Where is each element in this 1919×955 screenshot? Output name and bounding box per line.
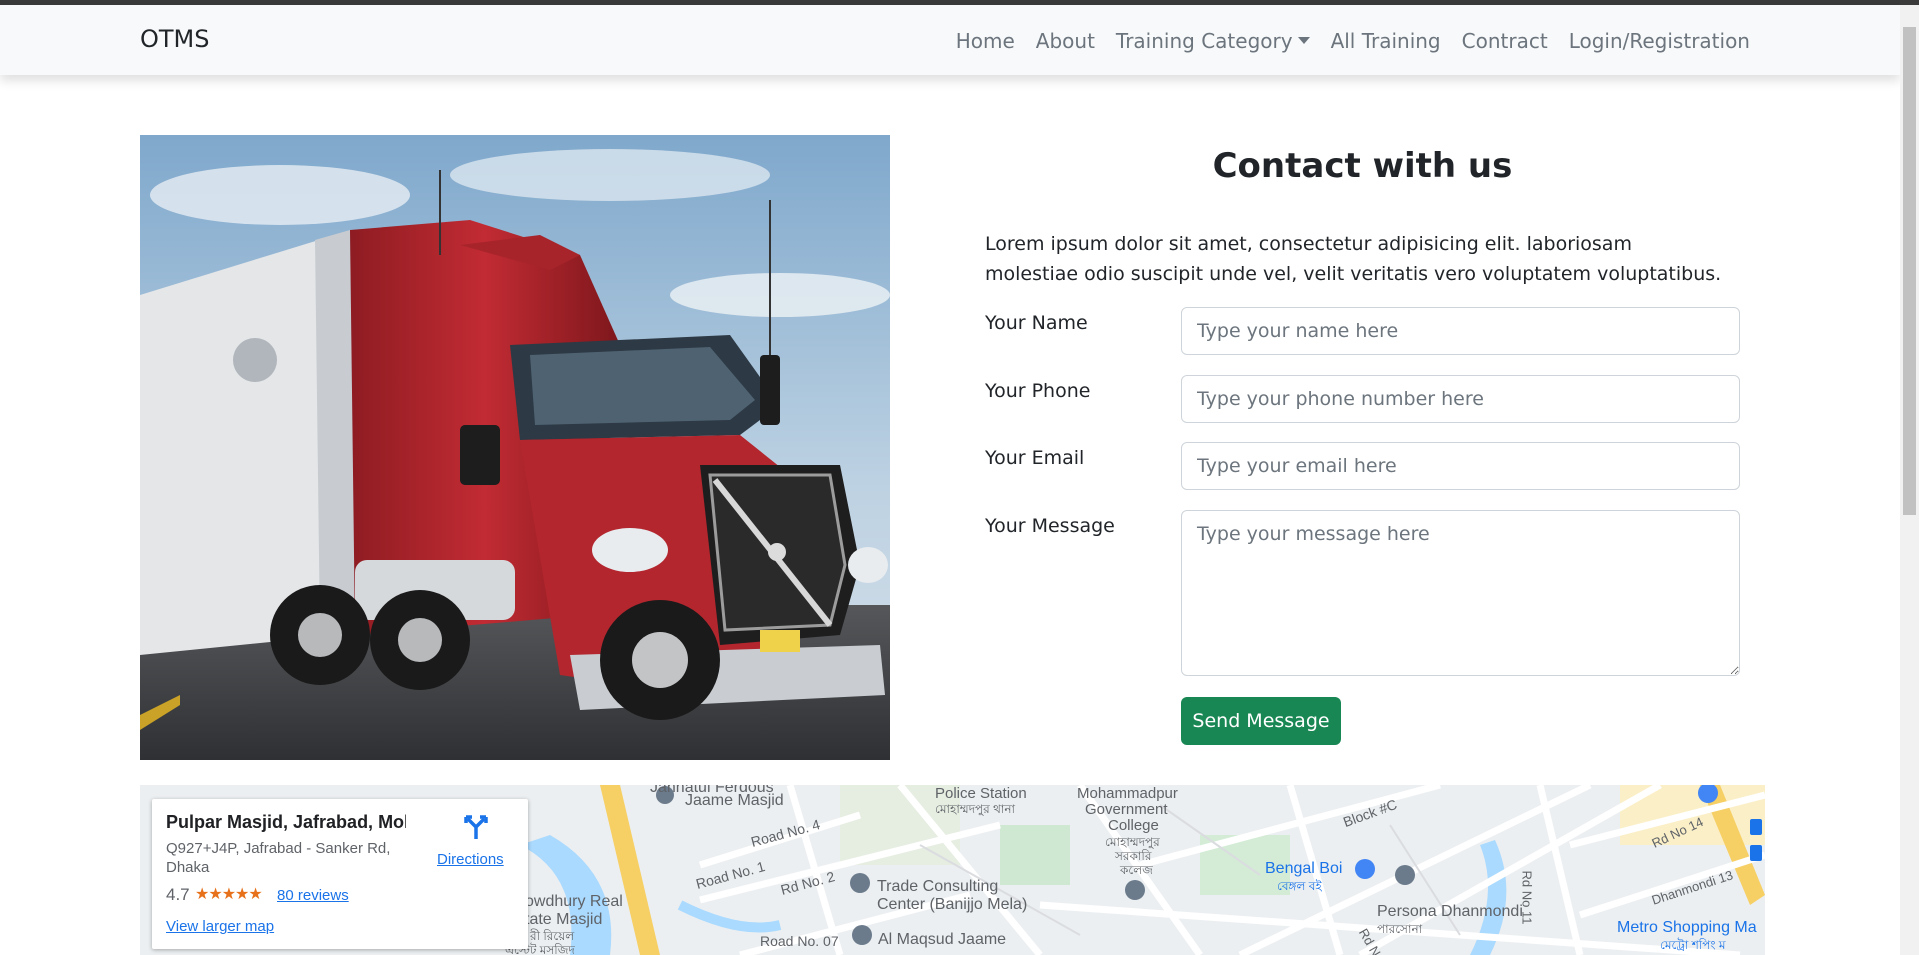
map-label: Mohammadpur: [1077, 785, 1178, 802]
map-label: কলেজ: [1120, 863, 1153, 877]
directions-icon[interactable]: [462, 813, 490, 841]
rating-stars-icon: ★★★★★: [195, 886, 263, 903]
map-label: owdhury Real: [525, 893, 623, 910]
page-title: Contact with us: [1212, 146, 1513, 186]
map-label: Metro Shopping Ma: [1617, 919, 1757, 936]
intro-text: Lorem ipsum dolor sit amet, consectetur …: [985, 233, 1722, 285]
map-label: Bengal Boi: [1265, 860, 1343, 877]
truck-photo: [140, 135, 890, 760]
place-rating: 4.7: [166, 885, 190, 904]
reviews-link[interactable]: 80 reviews: [277, 887, 349, 904]
place-name: Pulpar Masjid, Jafrabad, Moh...: [166, 812, 406, 832]
scrollbar-thumb[interactable]: [1903, 27, 1916, 515]
map-label: Trade Consulting: [877, 878, 999, 895]
email-input[interactable]: [1181, 442, 1740, 490]
nav-menu: Home About Training Category All Trainin…: [956, 29, 1750, 53]
nav-all-training[interactable]: All Training: [1331, 29, 1441, 53]
directions-link[interactable]: Directions: [437, 851, 504, 868]
message-label: Your Message: [985, 515, 1115, 537]
map-label: Road No. 07: [760, 933, 839, 949]
nav-home[interactable]: Home: [956, 29, 1015, 53]
view-larger-map-link[interactable]: View larger map: [166, 918, 274, 935]
page-scrollbar[interactable]: [1900, 5, 1919, 955]
map-label: Center (Banijjo Mela): [877, 896, 1028, 913]
map-label: Government: [1085, 801, 1168, 818]
map-label: Police Station: [935, 785, 1027, 802]
embedded-map[interactable]: Jannatul Ferdous Jaame Masjid Police Sta…: [140, 785, 1765, 955]
brand-logo[interactable]: OTMS: [140, 25, 210, 53]
map-label: বেঙ্গল বই: [1277, 879, 1322, 893]
nav-contract[interactable]: Contract: [1462, 29, 1548, 53]
map-label: tate Masjid: [525, 911, 603, 928]
nav-training-category[interactable]: Training Category: [1116, 29, 1310, 53]
map-label: পারসোনা: [1377, 922, 1423, 936]
map-label: Jaame Masjid: [685, 792, 784, 809]
map-label: মেট্রো শপিং ম: [1660, 938, 1726, 952]
map-label: Persona Dhanmondi: [1377, 903, 1523, 920]
caret-down-icon: [1297, 37, 1310, 44]
map-label: Al Maqsud Jaame: [878, 931, 1007, 948]
email-label: Your Email: [985, 447, 1085, 469]
nav-training-category-label: Training Category: [1115, 29, 1293, 53]
map-label: মোহাম্মদপুর থানা: [935, 802, 1015, 816]
phone-label: Your Phone: [985, 380, 1091, 402]
map-label: College: [1108, 817, 1159, 834]
nav-login-registration[interactable]: Login/Registration: [1569, 29, 1750, 53]
phone-input[interactable]: [1181, 375, 1740, 423]
map-label: Rd No 11: [1519, 870, 1535, 925]
send-message-button[interactable]: Send Message: [1181, 697, 1341, 745]
navbar: OTMS Home About Training Category All Tr…: [0, 5, 1900, 75]
name-input[interactable]: [1181, 307, 1740, 355]
nav-about[interactable]: About: [1036, 29, 1095, 53]
place-address: Q927+J4P, Jafrabad - Sanker Rd, Dhaka: [166, 840, 391, 876]
message-textarea[interactable]: [1181, 510, 1740, 676]
map-place-card: Pulpar Masjid, Jafrabad, Moh... Q927+J4P…: [152, 799, 528, 949]
name-label: Your Name: [985, 312, 1088, 334]
